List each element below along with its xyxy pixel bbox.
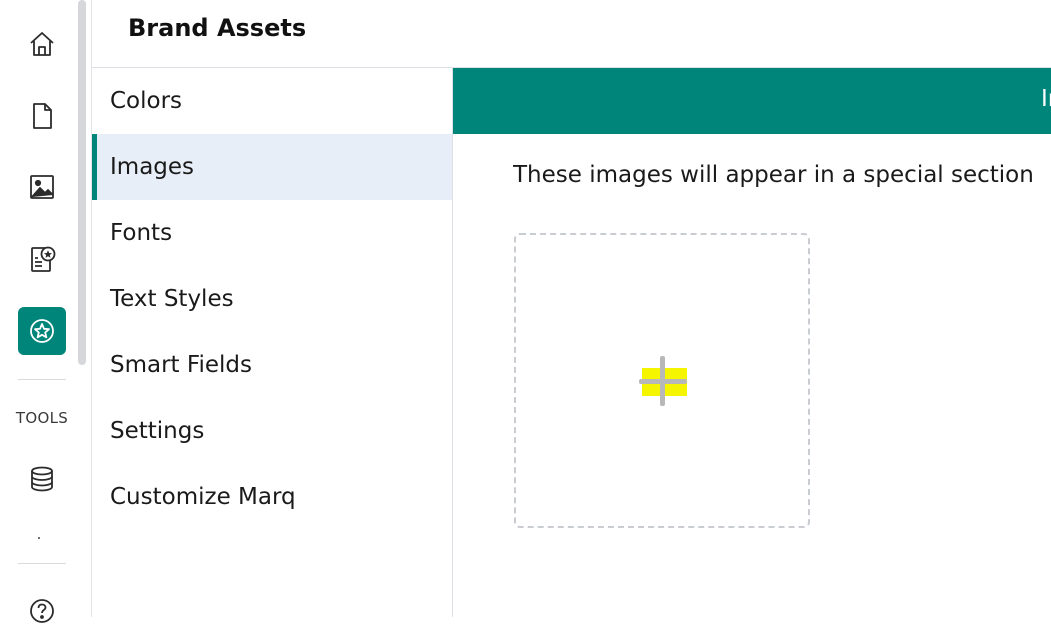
data-button[interactable]	[18, 455, 66, 503]
nav-item-smart-fields[interactable]: Smart Fields	[92, 332, 452, 398]
left-rail: TOOLS	[0, 0, 92, 623]
nav-item-text-styles[interactable]: Text Styles	[92, 266, 452, 332]
images-banner: Ir	[453, 68, 1051, 134]
rail-divider-bottom	[18, 563, 66, 564]
help-button[interactable]	[18, 587, 66, 635]
brand-star-icon	[30, 319, 54, 343]
rail-scrollbar[interactable]	[78, 0, 86, 365]
help-icon	[30, 599, 54, 623]
rail-divider	[18, 379, 66, 380]
images-button[interactable]	[18, 163, 66, 211]
home-icon	[30, 32, 54, 56]
nav-item-images[interactable]: Images	[92, 134, 452, 200]
database-icon	[31, 466, 53, 492]
page-title: Brand Assets	[128, 14, 307, 42]
tools-label: TOOLS	[15, 409, 69, 427]
banner-title: Ir	[1041, 86, 1051, 112]
document-icon	[33, 103, 52, 129]
nav-item-colors[interactable]: Colors	[92, 68, 452, 134]
documents-button[interactable]	[18, 92, 66, 140]
nav-item-settings[interactable]: Settings	[92, 398, 452, 464]
brand-assets-nav: Colors Images Fonts Text Styles Smart Fi…	[92, 68, 453, 617]
images-description: These images will appear in a special se…	[513, 162, 1034, 188]
template-star-icon	[31, 246, 56, 272]
nav-item-fonts[interactable]: Fonts	[92, 200, 452, 266]
image-icon	[30, 175, 54, 199]
plus-icon-vertical[interactable]	[660, 356, 665, 406]
rail-dot	[38, 537, 40, 539]
templates-button[interactable]	[18, 235, 66, 283]
home-button[interactable]	[18, 20, 66, 68]
nav-item-customize-marq[interactable]: Customize Marq	[92, 464, 452, 530]
page-header: Brand Assets	[92, 0, 1051, 68]
brand-assets-button[interactable]	[18, 307, 66, 355]
